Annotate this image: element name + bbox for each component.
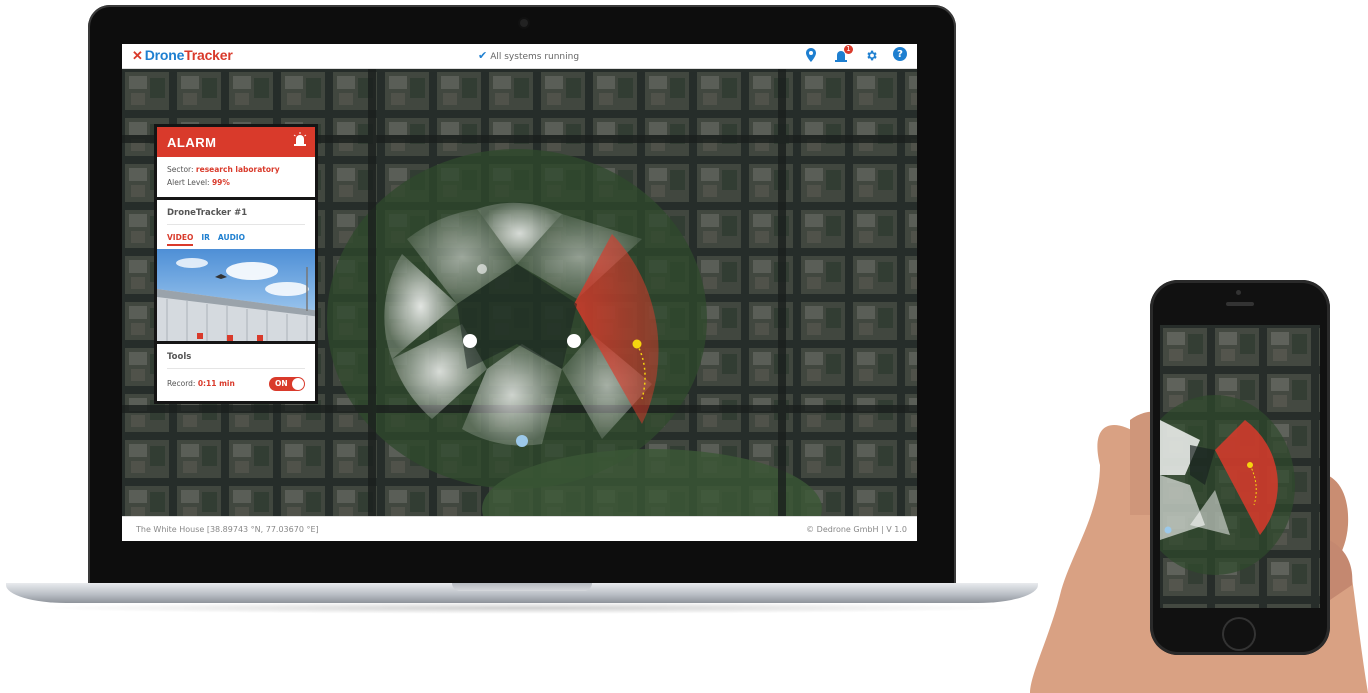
record-row: Record: 0:11 min ON (167, 377, 305, 391)
phone-camera (1236, 290, 1241, 295)
sector-label: Sector: (167, 165, 194, 174)
tracker-title: DroneTracker #1 (167, 208, 305, 225)
side-panel: ALARM Sector: research laboratory Alert … (154, 124, 318, 404)
phone-map-screen[interactable] (1160, 325, 1320, 608)
location-coordinates: The White House [38.89743 °N, 77.03670 °… (136, 525, 319, 534)
laptop-notch (452, 583, 592, 591)
app-logo[interactable]: ✕ DroneTracker (132, 47, 233, 64)
system-status: ✔ All systems running (478, 49, 579, 62)
alarm-count-badge: 1 (844, 45, 853, 54)
app-screen: ✕DroneTracker ✔All systems running 1 ? (122, 44, 917, 541)
tools-title: Tools (167, 352, 305, 369)
tab-ir[interactable]: IR (201, 233, 210, 246)
logo-text-tracker: Tracker (184, 47, 233, 63)
logo-text-drone: Drone (144, 47, 185, 63)
status-footer: The White House [38.89743 °N, 77.03670 °… (122, 516, 917, 541)
toolbar-icons: 1 ? (803, 45, 907, 63)
alert-level-label: Alert Level: (167, 178, 210, 187)
siren-alert-icon[interactable]: 1 (833, 45, 853, 63)
tab-audio[interactable]: AUDIO (218, 233, 245, 246)
siren-icon (293, 132, 307, 150)
phone-frame (1150, 280, 1330, 655)
record-toggle[interactable]: ON (269, 377, 305, 391)
record-label: Record: (167, 379, 196, 388)
sector-value: research laboratory (195, 165, 280, 174)
phone-speaker (1226, 302, 1254, 306)
toggle-knob (292, 378, 304, 390)
drone-logo-icon: ✕ (132, 48, 143, 63)
tools-card: Tools Record: 0:11 min ON (154, 341, 318, 404)
detected-drone-marker (632, 339, 642, 349)
alert-level-row: Alert Level: 99% (167, 176, 305, 189)
top-bar: ✕ DroneTracker ✔ All systems running 1 ? (122, 44, 917, 69)
alert-level-value: 99% (211, 178, 230, 187)
map-pin-icon[interactable] (803, 47, 819, 63)
alarm-title: ALARM (167, 135, 217, 150)
toggle-label: ON (275, 379, 288, 388)
alarm-card: ALARM Sector: research laboratory Alert … (154, 124, 318, 197)
tracker-card: DroneTracker #1 VIDEO IR AUDIO (154, 197, 318, 341)
status-text: All systems running (490, 52, 580, 62)
webcam (520, 19, 528, 27)
video-feed[interactable] (157, 249, 315, 341)
laptop-shadow (30, 602, 1020, 614)
check-icon: ✔ (478, 49, 488, 62)
gear-icon[interactable] (863, 47, 879, 63)
sector-row: Sector: research laboratory (167, 163, 305, 176)
record-duration: 0:11 min (197, 379, 235, 388)
help-icon[interactable]: ? (893, 47, 907, 61)
tab-video[interactable]: VIDEO (167, 233, 194, 246)
alarm-header: ALARM (157, 127, 315, 157)
copyright-version: © Dedrone GmbH | V 1.0 (806, 525, 907, 534)
phone-home-button (1222, 617, 1256, 651)
sensor-tabs: VIDEO IR AUDIO (167, 225, 305, 249)
